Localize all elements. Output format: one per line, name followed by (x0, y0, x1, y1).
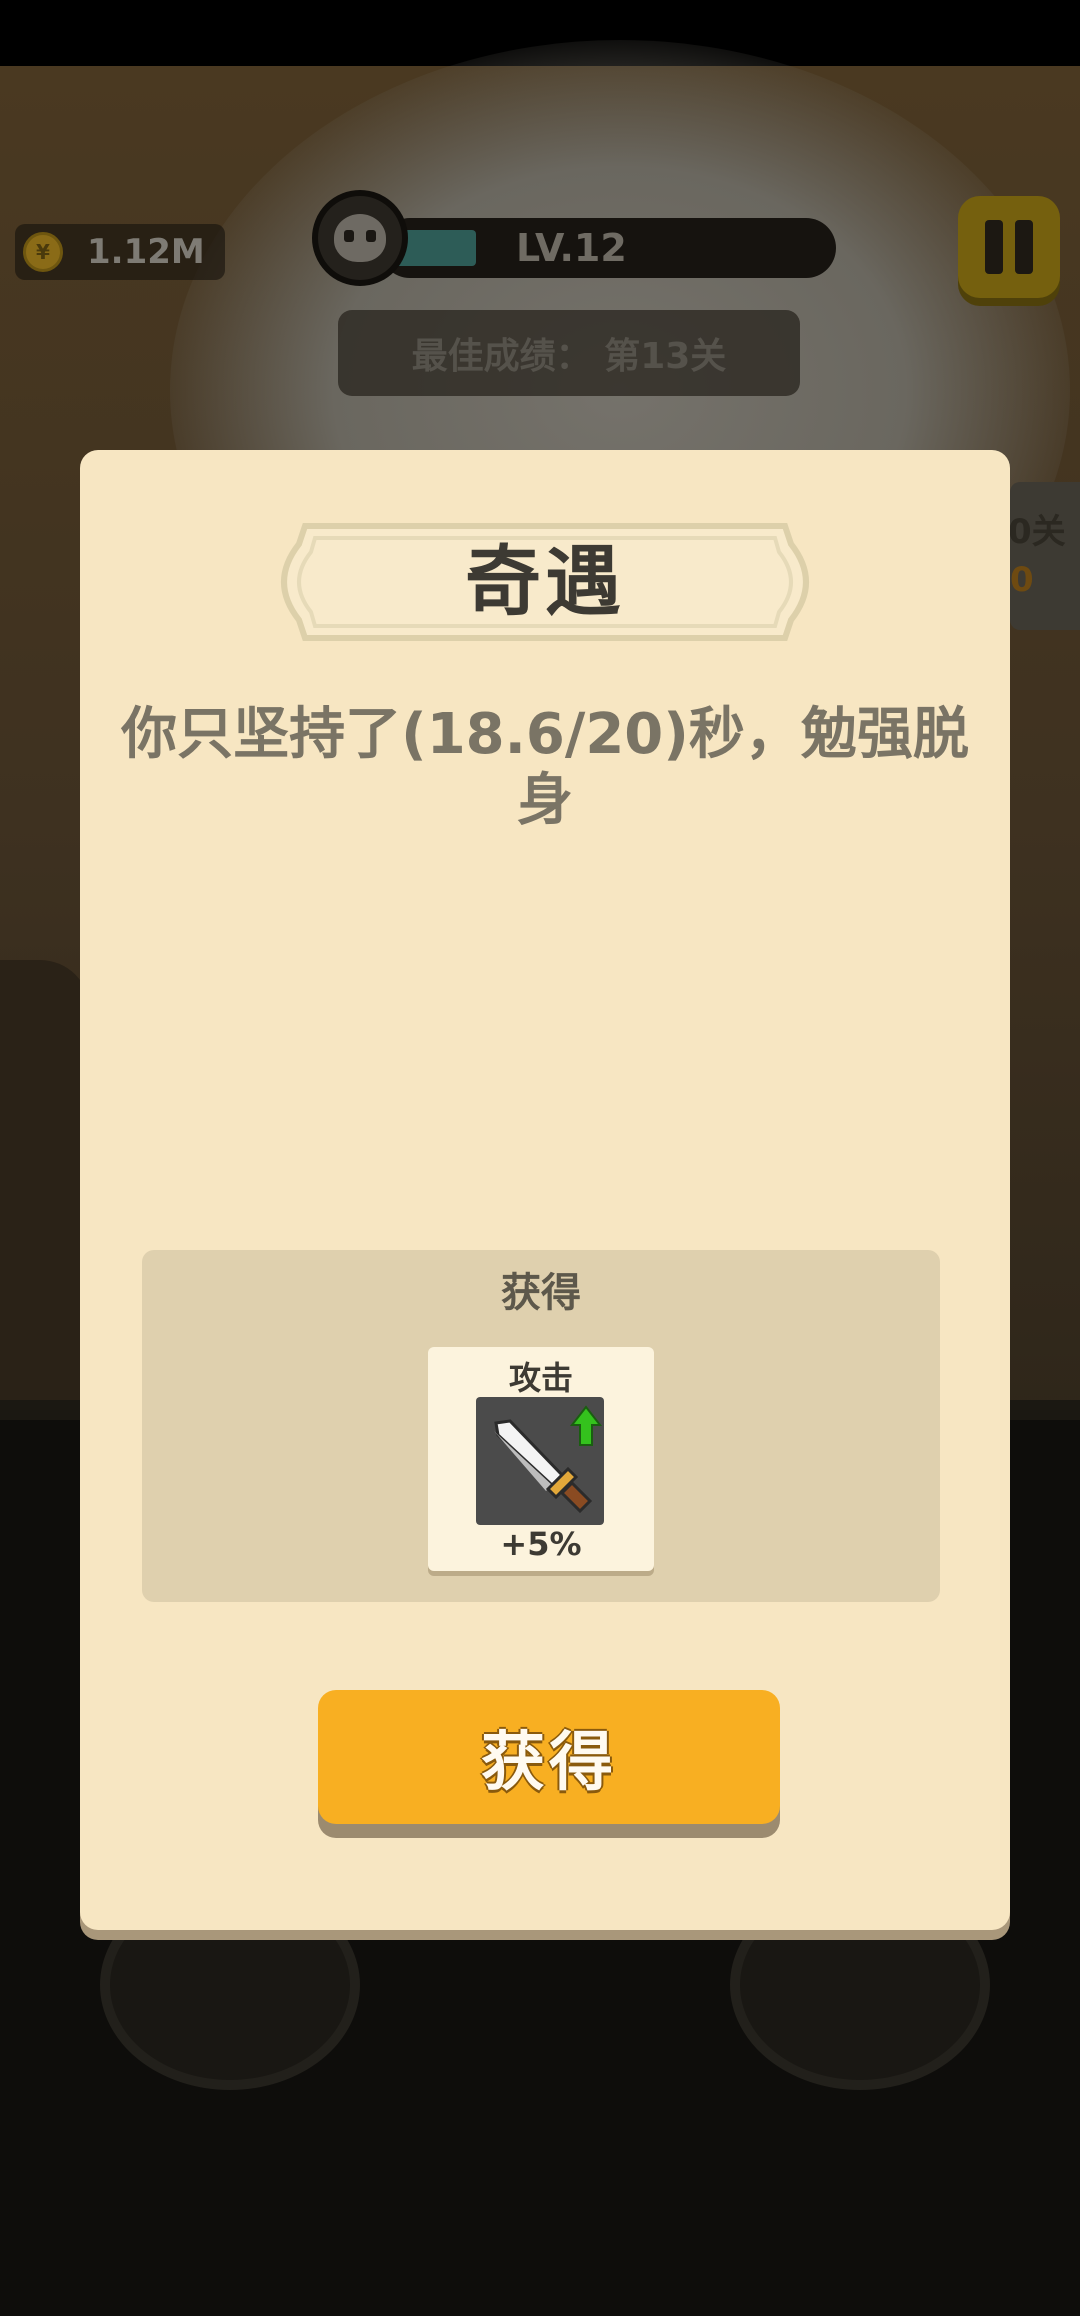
encounter-dialog: 奇遇 你只坚持了(18.6/20)秒，勉强脱身 获得 攻击 +5% 获得 (80, 450, 1010, 1930)
reward-label: 攻击 (508, 1359, 573, 1397)
player-avatar[interactable] (312, 190, 408, 286)
level-label: LV.12 (516, 226, 627, 270)
coin-icon: ¥ (23, 232, 63, 272)
title-banner: 奇遇 (265, 522, 825, 642)
side-panel-value-text: 0 (1010, 560, 1034, 600)
best-score-badge: 最佳成绩： 第13关 (338, 310, 800, 396)
coin-counter: ¥ 1.12M (15, 224, 225, 280)
tree-silhouette (0, 960, 90, 1440)
reward-panel-title: 获得 (501, 1270, 581, 1316)
claim-button[interactable]: 获得 (318, 1690, 780, 1824)
reward-card: 攻击 +5% (428, 1347, 654, 1571)
sword-upgrade-icon (476, 1397, 604, 1525)
encounter-message: 你只坚持了(18.6/20)秒，勉强脱身 (121, 702, 969, 833)
sword-icon (494, 1405, 603, 1514)
avatar-face-icon (334, 214, 386, 262)
pause-button[interactable] (958, 196, 1060, 298)
level-progress-bar: LV.12 (380, 218, 836, 278)
claim-button-label: 获得 (481, 1726, 617, 1800)
side-panel-stage-text: 0关 (1008, 512, 1066, 552)
best-score-text: 最佳成绩： 第13关 (411, 336, 727, 377)
reward-value: +5% (500, 1525, 582, 1563)
dialog-title: 奇遇 (465, 537, 625, 626)
pause-icon (985, 220, 1003, 274)
pause-icon-bar (1015, 220, 1033, 274)
coin-amount: 1.12M (87, 232, 205, 272)
reward-panel: 获得 攻击 +5% (142, 1250, 940, 1602)
